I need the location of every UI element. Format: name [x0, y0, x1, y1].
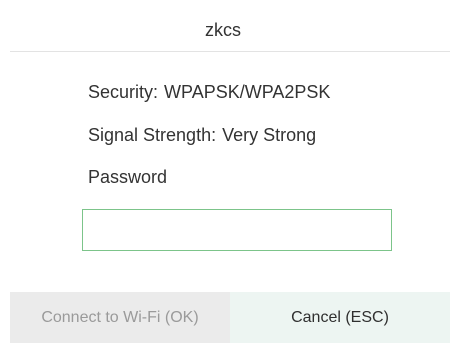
dialog-title: zkcs: [205, 20, 241, 40]
dialog-title-bar: zkcs: [10, 10, 450, 52]
signal-strength-value: Very Strong: [222, 125, 317, 145]
signal-strength-label: Signal Strength:: [88, 125, 217, 145]
dialog-footer: Connect to Wi-Fi (OK) Cancel (ESC): [10, 292, 450, 343]
wifi-connect-dialog: zkcs Security: WPAPSK/WPA2PSK Signal Stre…: [10, 10, 450, 343]
password-label: Password: [88, 167, 168, 187]
dialog-body: Security: WPAPSK/WPA2PSK Signal Strength:…: [10, 52, 450, 292]
cancel-button[interactable]: Cancel (ESC): [230, 292, 450, 343]
connect-wifi-button[interactable]: Connect to Wi-Fi (OK): [10, 292, 230, 343]
signal-strength-row: Signal Strength: Very Strong: [88, 125, 316, 146]
security-label: Security:: [88, 82, 159, 102]
password-input[interactable]: [82, 209, 392, 251]
security-row: Security: WPAPSK/WPA2PSK: [88, 82, 330, 103]
security-value: WPAPSK/WPA2PSK: [164, 82, 331, 102]
